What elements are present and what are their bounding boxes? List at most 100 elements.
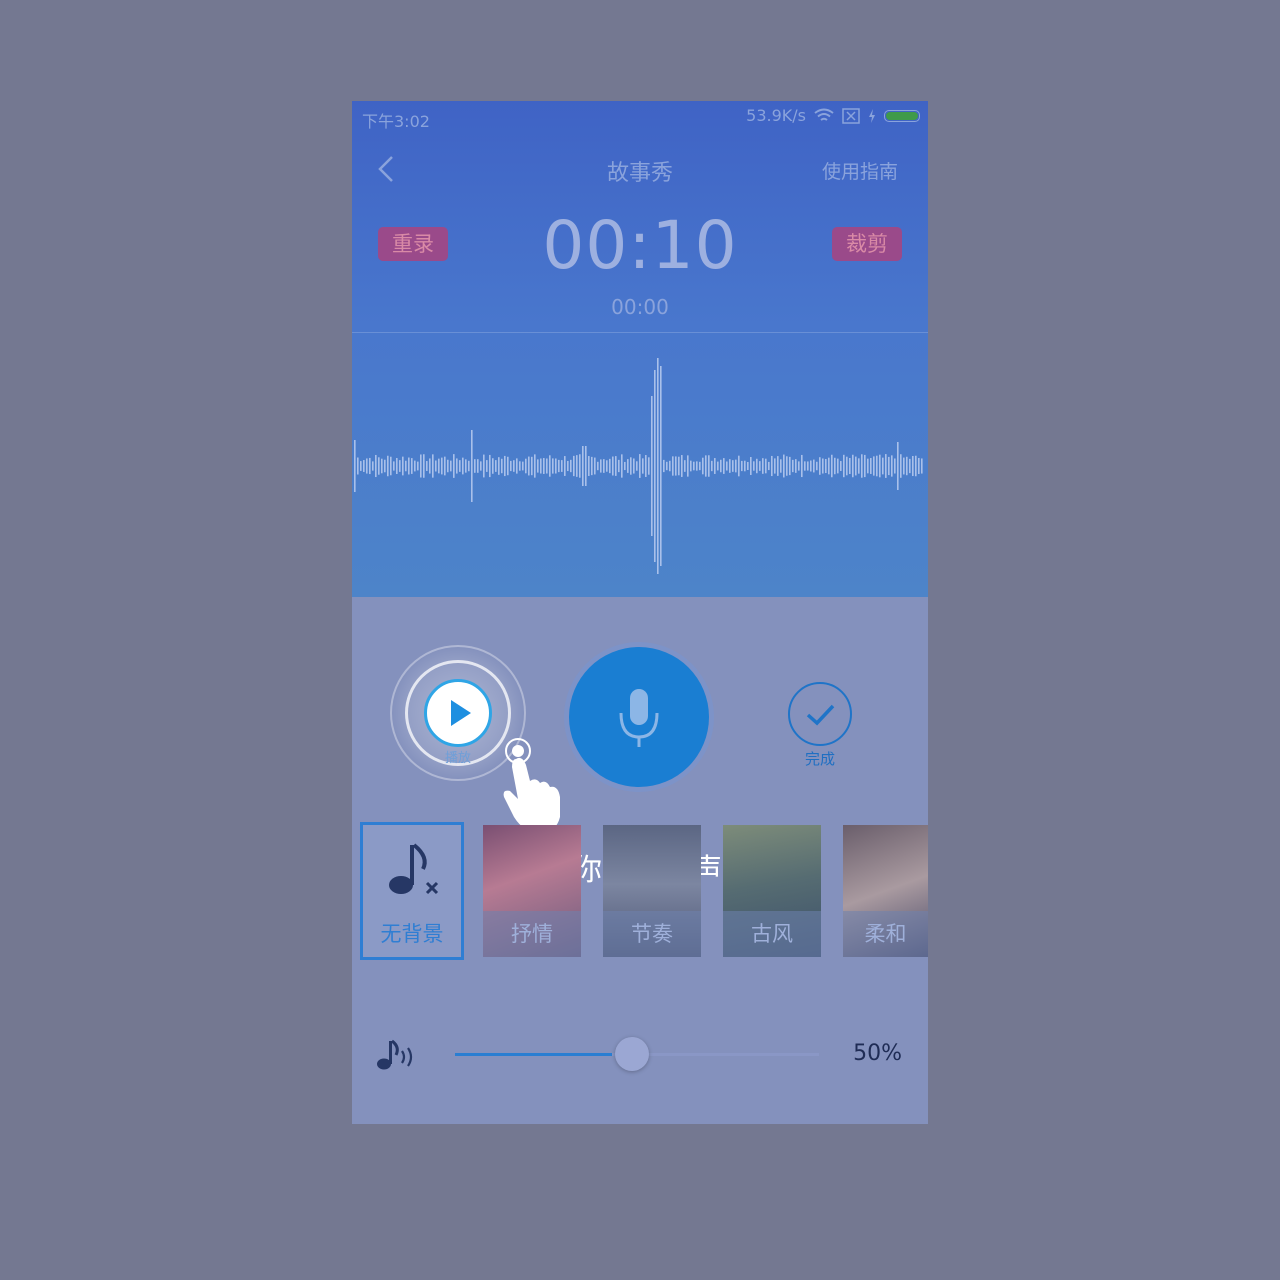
waveform-bar	[510, 460, 512, 472]
cut-button[interactable]: 裁剪	[832, 227, 902, 261]
waveform-bar	[651, 396, 653, 536]
waveform-bar	[516, 458, 518, 474]
waveform-bar	[834, 457, 836, 475]
waveform-bar	[519, 461, 521, 471]
waveform-bar	[420, 454, 422, 478]
background-option-lyrical[interactable]: 抒情	[483, 825, 581, 957]
waveform-bar	[399, 460, 401, 472]
waveform-bar	[513, 460, 515, 472]
waveform-bar	[810, 460, 812, 472]
status-time: 下午3:02	[362, 112, 430, 131]
waveform-bar	[813, 459, 815, 473]
waveform-bar	[627, 459, 629, 473]
waveform-bar	[726, 461, 728, 471]
waveform-bar	[723, 458, 725, 474]
waveform-bar	[366, 458, 368, 474]
waveform-bar	[414, 460, 416, 472]
waveform-bar	[501, 458, 503, 474]
waveform-bar	[891, 455, 893, 477]
waveform-bar	[669, 460, 671, 472]
waveform-bar	[837, 458, 839, 474]
waveform-bar	[801, 454, 803, 478]
play-icon	[451, 700, 471, 726]
app-screen: 下午3:02 53.9K/s 故事秀 使用指南 重录 00:10 裁剪 00:0…	[352, 101, 928, 1124]
background-option-classical[interactable]: 古风	[723, 825, 821, 957]
waveform-bar	[372, 461, 374, 471]
waveform-bar	[537, 459, 539, 473]
waveform-bar	[621, 454, 623, 478]
background-label: 节奏	[603, 911, 701, 957]
waveform-bar	[720, 459, 722, 473]
play-label: 播放	[444, 751, 471, 766]
waveform-bar	[588, 456, 590, 476]
volume-slider[interactable]	[455, 1037, 819, 1071]
waveform-bar	[456, 458, 458, 474]
waveform-bar	[615, 456, 617, 476]
waveform-bar	[381, 458, 383, 474]
background-option-soft[interactable]: 柔和	[843, 825, 928, 957]
waveform-bar	[357, 457, 359, 475]
waveform-bar	[390, 456, 392, 476]
volume-control: 50%	[352, 1021, 928, 1081]
waveform-bar	[831, 454, 833, 478]
waveform-bar	[654, 370, 656, 562]
waveform-bar	[882, 457, 884, 475]
waveform-bar	[459, 460, 461, 472]
waveform-bar	[492, 458, 494, 474]
waveform-bar	[549, 455, 551, 477]
waveform-bar	[447, 459, 449, 473]
volume-percent: 50%	[853, 1041, 902, 1066]
waveform-bar	[852, 454, 854, 478]
background-option-rhythm[interactable]: 节奏	[603, 825, 701, 957]
waveform-bar	[528, 456, 530, 476]
waveform-bar	[849, 458, 851, 474]
waveform-bar	[750, 457, 752, 475]
waveform-bar	[408, 457, 410, 475]
play-button[interactable]	[424, 679, 492, 747]
waveform-bar	[450, 460, 452, 472]
volume-slider-handle[interactable]	[614, 1037, 649, 1071]
waveform-bar	[555, 458, 557, 474]
waveform-bar	[906, 456, 908, 476]
waveform-bar	[870, 458, 872, 474]
waveform-bar	[912, 455, 914, 477]
waveform-bar	[825, 458, 827, 474]
network-speed: 53.9K/s	[746, 106, 806, 125]
waveform-bar	[780, 459, 782, 473]
waveform-bar	[387, 455, 389, 477]
waveform-bar	[795, 459, 797, 473]
record-button[interactable]	[569, 647, 709, 787]
waveform-bar	[879, 454, 881, 478]
waveform-bar	[711, 460, 713, 472]
waveform-bar	[684, 460, 686, 472]
waveform-bar	[822, 458, 824, 474]
waveform-bar	[624, 461, 626, 471]
recording-header: 下午3:02 53.9K/s 故事秀 使用指南 重录 00:10 裁剪 00:0…	[352, 101, 928, 597]
waveform-bar	[696, 461, 698, 471]
waveform-bar	[888, 456, 890, 476]
waveform-bar	[594, 457, 596, 475]
waveform-bar	[861, 454, 863, 478]
guide-link[interactable]: 使用指南	[822, 157, 898, 184]
waveform-bar	[876, 455, 878, 477]
background-option-none[interactable]: 无背景	[360, 822, 464, 960]
waveform-bar	[630, 457, 632, 475]
background-label: 无背景	[380, 922, 444, 946]
battery-icon	[884, 109, 920, 122]
waveform-bar	[375, 454, 377, 478]
waveform-bar	[657, 358, 659, 574]
waveform-bar	[558, 459, 560, 473]
status-bar: 下午3:02 53.9K/s	[352, 101, 928, 135]
waveform-bar	[546, 458, 548, 474]
waveform-bar	[585, 446, 587, 486]
done-button[interactable]	[788, 682, 852, 746]
waveform-bar	[777, 456, 779, 476]
waveform-bar	[900, 454, 902, 478]
waveform-bar	[600, 459, 602, 473]
waveform-bar	[753, 461, 755, 471]
waveform-bar	[639, 454, 641, 478]
waveform-bar	[432, 454, 434, 478]
waveform-bar	[804, 461, 806, 471]
waveform-bar	[582, 446, 584, 486]
waveform-bar	[864, 454, 866, 478]
